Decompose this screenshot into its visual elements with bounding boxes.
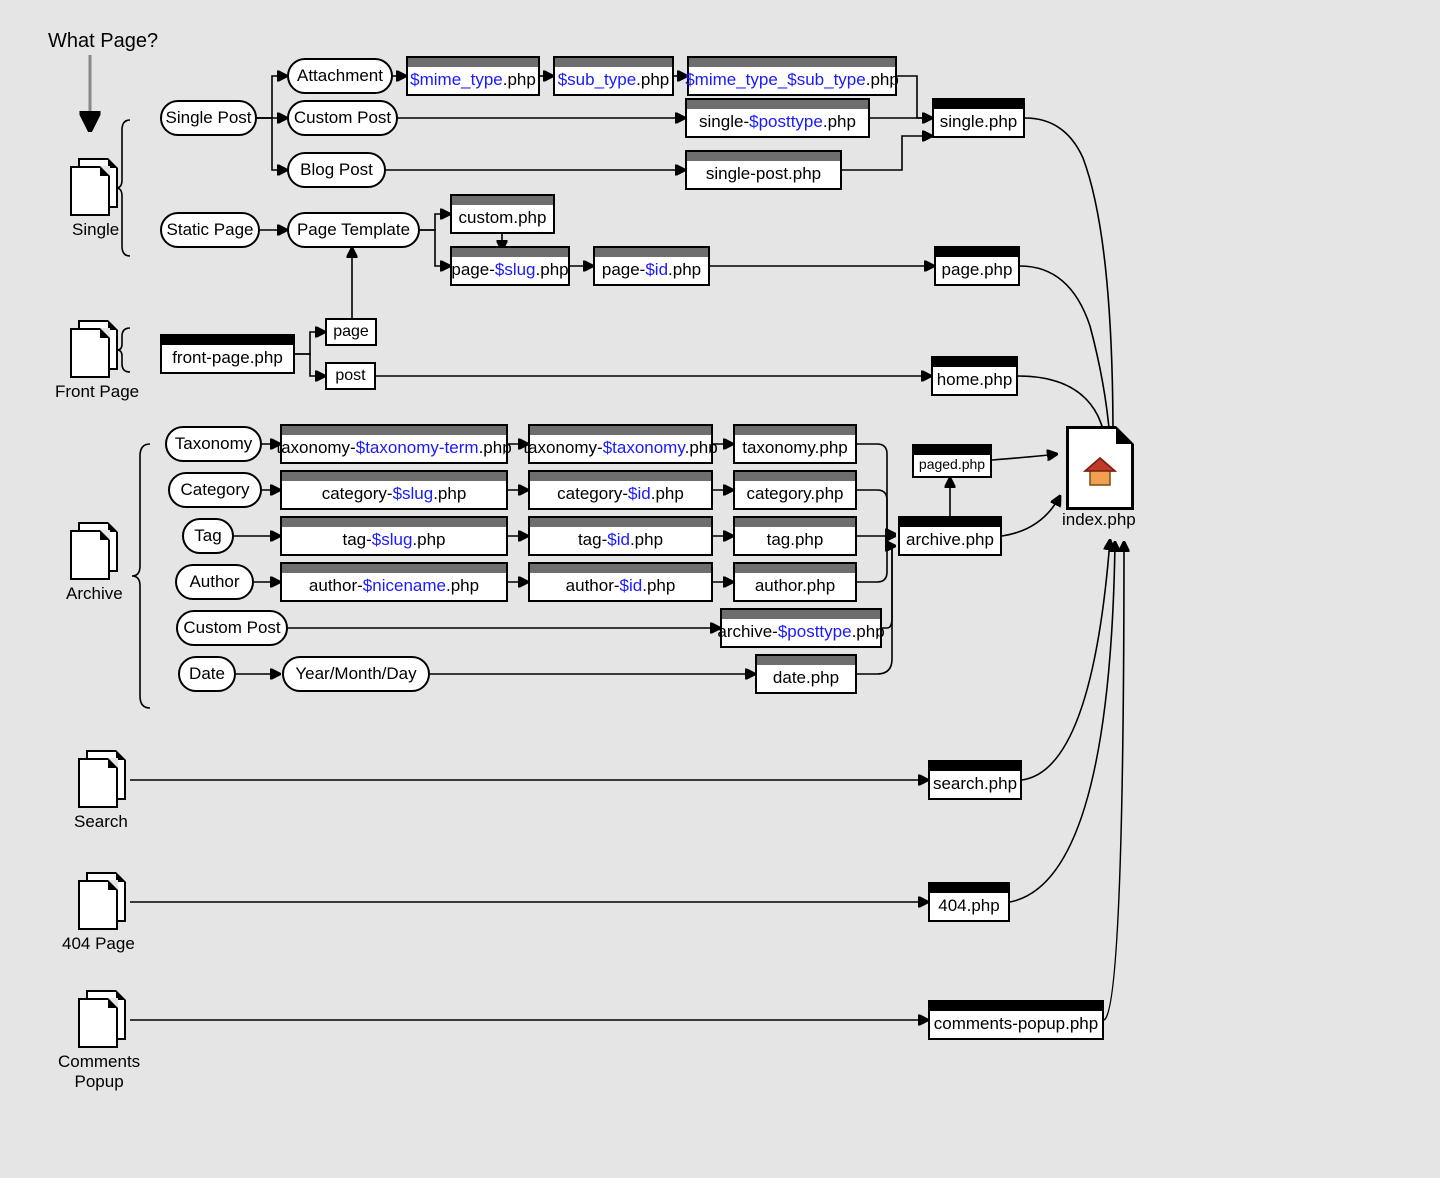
file-author: author.php (733, 562, 857, 602)
file-category-slug: category-$slug.php (280, 470, 508, 510)
file-home: home.php (931, 356, 1018, 396)
home-icon (1082, 455, 1118, 491)
pages-icon (78, 750, 126, 808)
label-post: post (325, 362, 376, 390)
file-frontpage: front-page.php (160, 334, 295, 374)
q-custom-post: Custom Post (287, 100, 398, 136)
file-paged: paged.php (912, 444, 992, 478)
q-static-page: Static Page (160, 212, 260, 248)
section-archive: Archive (66, 584, 123, 604)
q-single-post: Single Post (160, 100, 257, 136)
file-comments-popup: comments-popup.php (928, 1000, 1104, 1040)
file-date: date.php (755, 654, 857, 694)
pages-icon (78, 872, 126, 930)
file-category: category.php (733, 470, 857, 510)
pages-icon (70, 522, 118, 580)
file-mime-subtype: $mime_type_$sub_type.php (687, 56, 897, 96)
file-author-nicename: author-$nicename.php (280, 562, 508, 602)
file-single: single.php (932, 98, 1025, 138)
file-index-icon (1066, 426, 1134, 510)
q-attachment: Attachment (287, 58, 393, 94)
file-mime: $mime_type.php (406, 56, 540, 96)
q-page-template: Page Template (287, 212, 420, 248)
file-single-post: single-post.php (685, 150, 842, 190)
q-category: Category (168, 472, 262, 508)
file-subtype: $sub_type.php (553, 56, 674, 96)
file-tag-id: tag-$id.php (528, 516, 713, 556)
file-search: search.php (928, 760, 1022, 800)
q-ymd: Year/Month/Day (282, 656, 430, 692)
q-taxonomy: Taxonomy (165, 426, 262, 462)
diagram-title: What Page? (48, 30, 158, 53)
pages-icon (78, 990, 126, 1048)
section-frontpage: Front Page (55, 382, 139, 402)
pages-icon (70, 158, 118, 216)
q-date: Date (178, 656, 236, 692)
file-taxonomy-term: taxonomy-$taxonomy-term.php (280, 424, 508, 464)
q-tag: Tag (182, 518, 234, 554)
file-tag: tag.php (733, 516, 857, 556)
file-404: 404.php (928, 882, 1010, 922)
file-page-id: page-$id.php (593, 246, 710, 286)
section-comments: Comments Popup (58, 1052, 140, 1092)
file-taxonomy: taxonomy-$taxonomy.php (528, 424, 713, 464)
q-custom-post2: Custom Post (176, 610, 288, 646)
label-page: page (325, 318, 377, 346)
file-page-slug: page-$slug.php (450, 246, 570, 286)
file-author-id: author-$id.php (528, 562, 713, 602)
q-author: Author (175, 564, 254, 600)
file-tag-slug: tag-$slug.php (280, 516, 508, 556)
file-archive: archive.php (898, 516, 1002, 556)
section-single: Single (72, 220, 119, 240)
q-blog-post: Blog Post (287, 152, 386, 188)
section-search: Search (74, 812, 128, 832)
file-custom: custom.php (450, 194, 555, 234)
file-taxonomy-php: taxonomy.php (733, 424, 857, 464)
file-single-posttype: single-$posttype.php (685, 98, 870, 138)
pages-icon (70, 320, 118, 378)
file-category-id: category-$id.php (528, 470, 713, 510)
file-index: index.php (1062, 510, 1136, 530)
file-page: page.php (934, 246, 1020, 286)
section-404: 404 Page (62, 934, 135, 954)
file-archive-posttype: archive-$posttype.php (720, 608, 882, 648)
